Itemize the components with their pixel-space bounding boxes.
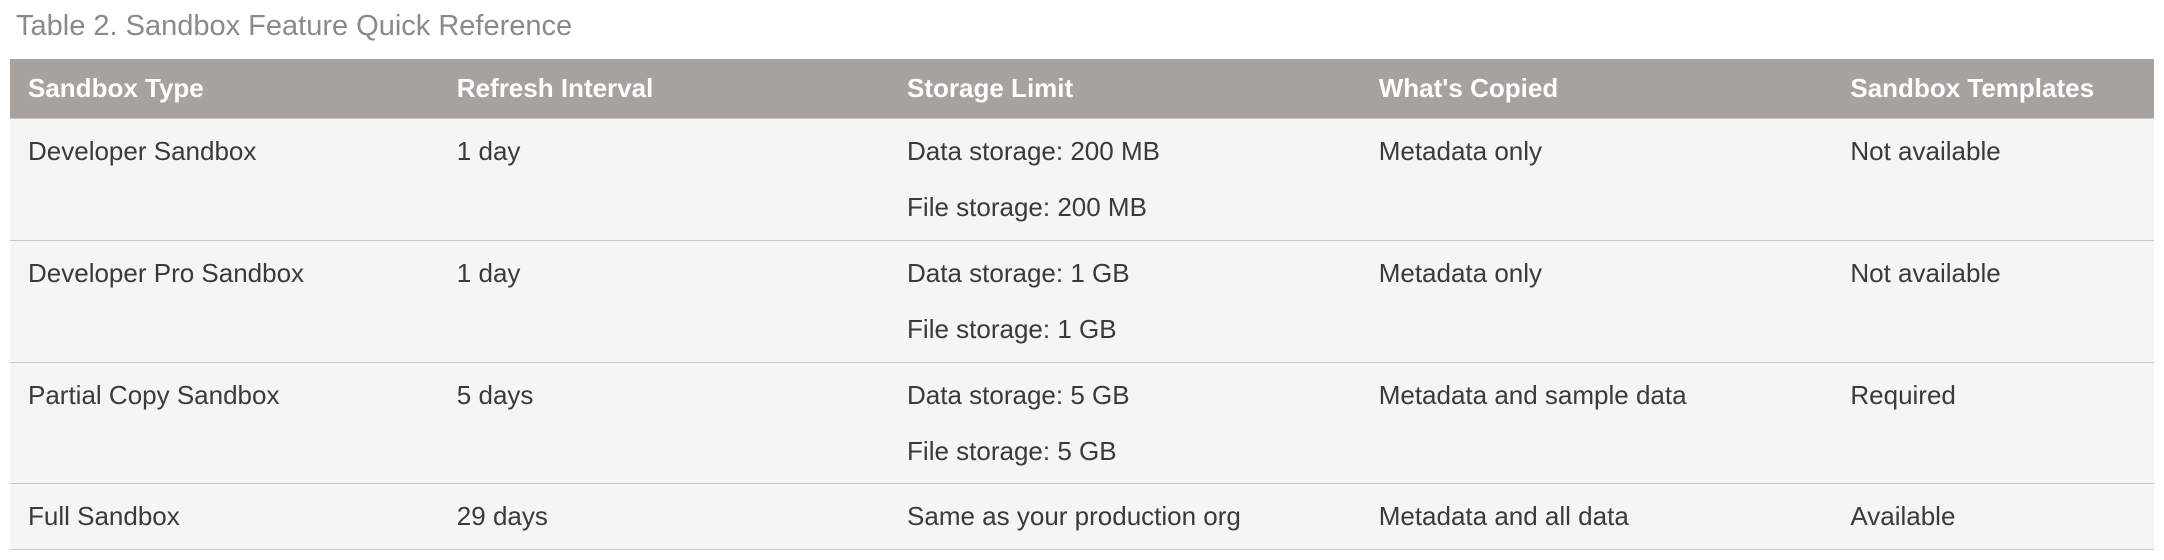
cell-refresh: 1 day — [439, 240, 889, 362]
cell-templates: Available — [1832, 484, 2154, 549]
table-header-row: Sandbox Type Refresh Interval Storage Li… — [10, 59, 2154, 119]
cell-templates: Not available — [1832, 119, 2154, 241]
header-refresh-interval: Refresh Interval — [439, 59, 889, 119]
cell-refresh: 5 days — [439, 362, 889, 484]
cell-sandbox-type: Partial Copy Sandbox — [10, 362, 439, 484]
cell-copied: Metadata only — [1361, 119, 1833, 241]
sandbox-feature-table: Sandbox Type Refresh Interval Storage Li… — [10, 59, 2154, 550]
cell-sandbox-type: Full Sandbox — [10, 484, 439, 549]
table-row: Full Sandbox 29 days Same as your produc… — [10, 484, 2154, 549]
storage-data-line: Data storage: 5 GB — [907, 380, 1130, 410]
cell-sandbox-type: Developer Sandbox — [10, 119, 439, 241]
storage-file-line: File storage: 5 GB — [907, 433, 1343, 469]
storage-data-line: Data storage: 1 GB — [907, 258, 1130, 288]
cell-storage: Same as your production org — [889, 484, 1361, 549]
header-sandbox-templates: Sandbox Templates — [1832, 59, 2154, 119]
header-storage-limit: Storage Limit — [889, 59, 1361, 119]
storage-data-line: Data storage: 200 MB — [907, 136, 1160, 166]
cell-copied: Metadata and all data — [1361, 484, 1833, 549]
cell-sandbox-type: Developer Pro Sandbox — [10, 240, 439, 362]
cell-refresh: 1 day — [439, 119, 889, 241]
cell-copied: Metadata and sample data — [1361, 362, 1833, 484]
storage-file-line: File storage: 200 MB — [907, 189, 1343, 225]
header-whats-copied: What's Copied — [1361, 59, 1833, 119]
storage-file-line: File storage: 1 GB — [907, 311, 1343, 347]
cell-refresh: 29 days — [439, 484, 889, 549]
header-sandbox-type: Sandbox Type — [10, 59, 439, 119]
cell-templates: Not available — [1832, 240, 2154, 362]
cell-templates: Required — [1832, 362, 2154, 484]
cell-storage: Data storage: 5 GB File storage: 5 GB — [889, 362, 1361, 484]
cell-copied: Metadata only — [1361, 240, 1833, 362]
cell-storage: Data storage: 200 MB File storage: 200 M… — [889, 119, 1361, 241]
table-row: Partial Copy Sandbox 5 days Data storage… — [10, 362, 2154, 484]
table-caption: Table 2. Sandbox Feature Quick Reference — [10, 10, 2154, 43]
table-row: Developer Sandbox 1 day Data storage: 20… — [10, 119, 2154, 241]
table-row: Developer Pro Sandbox 1 day Data storage… — [10, 240, 2154, 362]
cell-storage: Data storage: 1 GB File storage: 1 GB — [889, 240, 1361, 362]
